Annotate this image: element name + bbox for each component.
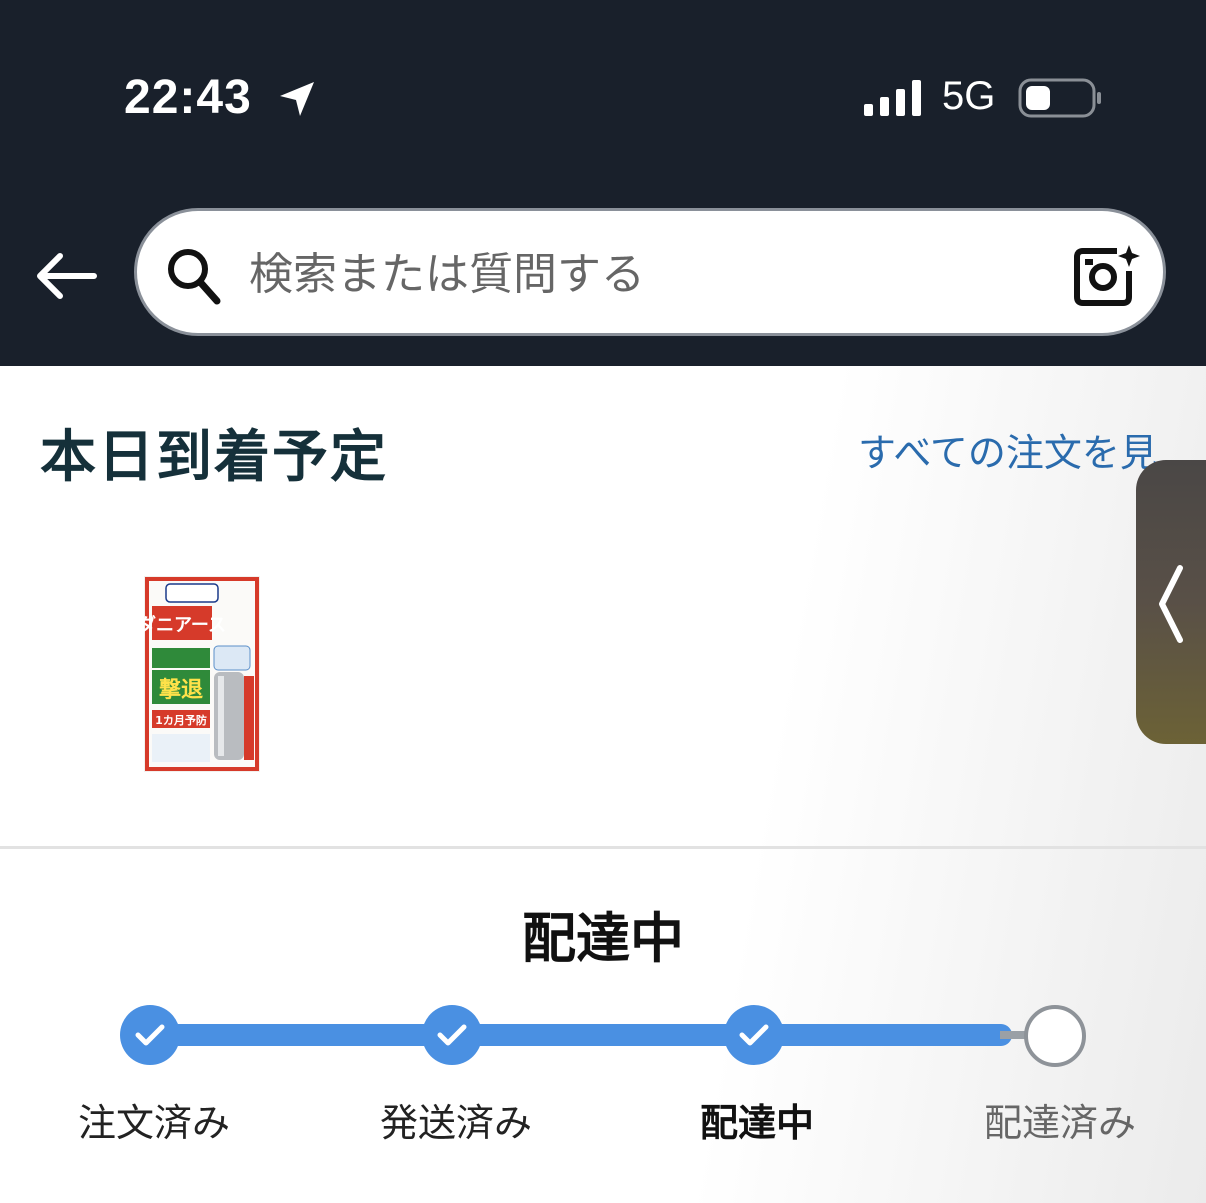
product-brand-text: ダニアース — [144, 614, 226, 636]
product-image[interactable]: ダニアース 撃退 1カ月予防 — [144, 576, 260, 772]
camera-lens-icon[interactable] — [1073, 243, 1141, 307]
check-icon — [739, 1024, 769, 1046]
step-shipped-check — [422, 1005, 482, 1065]
progress-track-completed — [150, 1024, 1012, 1046]
product-headline-text: 撃退 — [159, 678, 203, 703]
section-divider — [0, 846, 1206, 849]
check-icon — [437, 1024, 467, 1046]
chevron-left-icon — [1159, 565, 1183, 643]
step-label-ordered: 注文済み — [78, 1101, 231, 1145]
battery-icon — [1018, 78, 1101, 118]
status-time: 22:43 — [124, 71, 252, 124]
network-type: 5G — [942, 74, 996, 118]
side-panel-handle[interactable] — [1136, 460, 1206, 744]
section-title: 本日到着予定 — [40, 425, 388, 490]
step-label-shipped: 発送済み — [380, 1101, 533, 1145]
step-ordered-check — [120, 1005, 180, 1065]
app-header: 22:43 5G — [0, 0, 1206, 366]
step-in-transit-check — [724, 1005, 784, 1065]
step-label-in-transit: 配達中 — [700, 1101, 815, 1145]
all-orders-link[interactable]: すべての注文を見 — [858, 422, 1158, 477]
product-subline-text: 1カ月予防 — [155, 713, 207, 727]
search-icon — [168, 249, 221, 305]
step-label-delivered: 配達済み — [984, 1101, 1137, 1145]
search-bar[interactable] — [134, 208, 1166, 336]
step-delivered-circle — [1024, 1005, 1086, 1067]
location-arrow-icon — [280, 82, 314, 116]
delivery-status-heading: 配達中 — [522, 907, 684, 970]
cellular-signal-icon — [864, 80, 921, 116]
search-input[interactable] — [247, 241, 1011, 307]
check-icon — [135, 1024, 165, 1046]
back-arrow-icon[interactable] — [34, 250, 98, 302]
